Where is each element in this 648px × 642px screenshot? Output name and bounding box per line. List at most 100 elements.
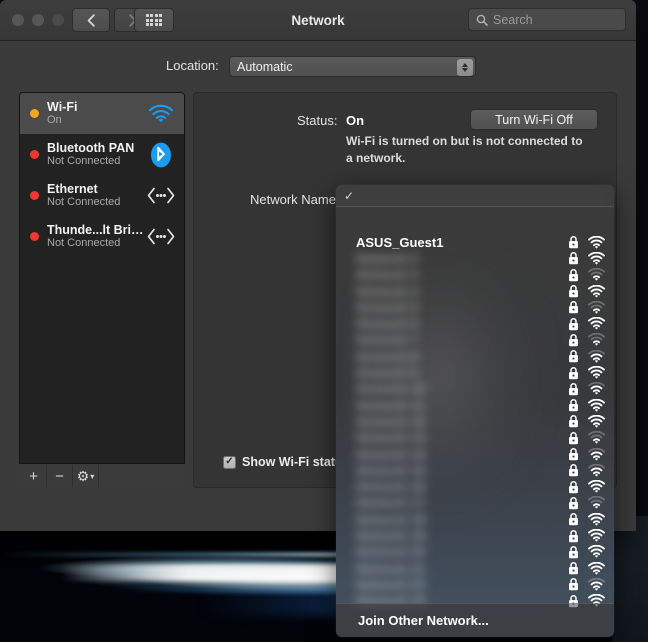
lock-icon [568,268,578,281]
network-list-item[interactable]: Network 8 [336,348,614,364]
gear-icon: ⚙ [76,467,90,484]
wifi-signal-icon [587,414,605,428]
join-other-network-label: Join Other Network... [358,613,489,628]
network-signal-slot [584,529,614,542]
turn-wifi-off-button[interactable]: Turn Wi-Fi Off [470,109,598,130]
network-list-item[interactable]: Network 12 [336,413,614,429]
network-ssid-label: Network 7 [356,332,419,348]
network-ssid-label: Network 21 [356,560,426,576]
checkmark-icon: ✓ [344,188,355,203]
location-value: Automatic [237,59,293,74]
network-list-item[interactable]: ASUS_Guest1 [336,234,614,250]
network-signal-slot [584,268,614,281]
network-lock-slot [562,577,584,591]
network-list-item[interactable]: Network 3 [336,267,614,283]
location-select[interactable]: Automatic [229,56,476,77]
wifi-signal-icon [587,317,605,330]
network-list-item[interactable]: Network 10 [336,381,614,397]
network-ssid-label: Network 20 [356,544,426,560]
network-list-item[interactable]: Network 2 [336,250,614,266]
wifi-signal-icon [587,268,605,281]
network-signal-slot [584,333,614,347]
network-ssid-label: Network 2 [356,250,419,266]
wifi-signal-icon [587,251,605,265]
network-lock-slot [562,251,584,265]
chevron-down-icon: ▾ [90,471,95,481]
wifi-signal-icon [587,398,605,412]
network-ssid-label: Network 16 [356,479,426,495]
window-title-text: Network [291,13,345,28]
sidebar-item-bluetooth-pan[interactable]: Bluetooth PAN Not Connected [20,134,184,175]
network-ssid-label: Network 5 [356,299,419,315]
network-ssid-label: Network 12 [356,413,426,429]
network-list-item[interactable]: Network 17 [336,495,614,511]
network-list-item[interactable]: Network 13 [336,430,614,446]
wifi-signal-icon [587,382,605,395]
ethernet-icon [146,182,176,210]
network-lock-slot [562,447,584,461]
status-value: On [346,113,365,128]
network-list-item[interactable]: Network 4 [336,283,614,299]
network-signal-slot [584,447,614,461]
network-list-item[interactable]: Network 22 [336,576,614,592]
network-lock-slot [562,463,584,477]
action-menu-button[interactable]: ⚙ ▾ [73,465,99,487]
network-list-item[interactable]: Network 16 [336,479,614,495]
wifi-icon [146,100,176,128]
network-lock-slot [562,268,584,282]
lock-icon [568,399,578,412]
network-list-item[interactable]: Network 18 [336,511,614,527]
network-ssid-label: Network 4 [356,283,419,299]
network-list-item[interactable]: Network 21 [336,560,614,576]
network-services-list[interactable]: Wi-Fi On Bluetooth PAN Not Connected Eth… [19,92,185,488]
network-ssid-label: Network 19 [356,528,426,544]
network-signal-slot [584,398,614,412]
network-lock-slot [562,333,584,347]
network-lock-slot [562,496,584,510]
lock-icon [568,333,578,347]
wifi-signal-icon [587,284,605,298]
network-signal-slot [584,300,614,314]
location-stepper[interactable] [457,58,473,76]
network-signal-slot [584,561,614,575]
network-signal-slot [584,512,614,526]
network-ssid-label: Network 18 [356,511,426,527]
network-ssid-label: Network 6 [356,316,419,332]
remove-service-button[interactable]: − [47,465,73,487]
network-lock-slot [562,235,584,249]
network-lock-slot [562,349,584,363]
network-list-item[interactable]: Network 19 [336,527,614,543]
sidebar-toolbar: + − ⚙ ▾ [19,463,185,488]
join-other-network-item[interactable]: Join Other Network... [336,603,614,637]
lock-icon [568,578,578,591]
lock-icon [568,236,578,249]
network-signal-slot [584,545,614,558]
network-ssid-label: Network 17 [356,495,426,511]
network-signal-slot [584,284,614,298]
network-signal-slot [584,366,614,379]
network-list-item[interactable]: Network 9 [336,364,614,380]
network-lock-slot [562,366,584,380]
network-signal-slot [584,382,614,395]
network-list-item[interactable]: Network 5 [336,299,614,315]
sidebar-item-thunderbolt-bridge[interactable]: Thunde...lt Bridge Not Connected [20,216,184,257]
network-list-item[interactable]: Network 11 [336,397,614,413]
network-signal-slot [584,414,614,428]
network-lock-slot [562,414,584,428]
network-name-dropdown-menu[interactable]: ✓ ASUS_Guest1 Network 2 Network 3 Network 4… [336,185,614,637]
network-list-item[interactable]: Network 15 [336,462,614,478]
sidebar-item-label: Ethernet [47,182,98,196]
network-list-item[interactable]: Network 20 [336,544,614,560]
network-lock-slot [562,284,584,298]
network-list-item[interactable]: Network 14 [336,446,614,462]
lock-icon [568,317,578,330]
search-input[interactable]: Search [468,8,626,31]
sidebar-item-label: Wi-Fi [47,100,78,114]
sidebar-item-wi-fi[interactable]: Wi-Fi On [20,93,184,134]
network-list[interactable]: ASUS_Guest1 Network 2 Network 3 Network 4 Ne… [336,208,614,608]
sidebar-item-ethernet[interactable]: Ethernet Not Connected [20,175,184,216]
network-list-item[interactable]: Network 6 [336,316,614,332]
add-service-button[interactable]: + [21,465,47,487]
network-signal-slot [584,251,614,265]
network-list-item[interactable]: Network 7 [336,332,614,348]
